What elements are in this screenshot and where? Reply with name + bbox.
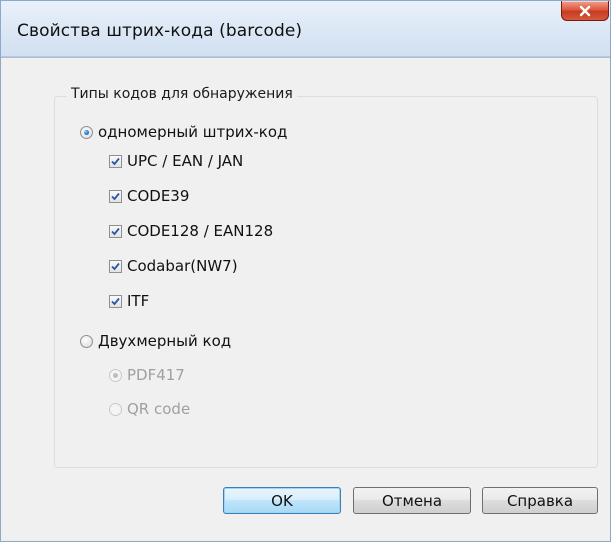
radio-pdf417-indicator[interactable]	[109, 368, 122, 382]
ok-button[interactable]: OK	[223, 487, 341, 514]
radio-one-dimensional-indicator[interactable]	[80, 125, 93, 139]
radio-qr-code-indicator[interactable]	[109, 402, 122, 416]
radio-two-dimensional-label: Двухмерный код	[98, 332, 232, 350]
checkbox-codabar[interactable]: Codabar(NW7)	[109, 256, 238, 276]
checkbox-code128-ean128-box[interactable]	[109, 224, 122, 238]
cancel-button[interactable]: Отмена	[353, 487, 471, 514]
checkbox-code39-box[interactable]	[109, 189, 122, 203]
radio-one-dimensional-label: одномерный штрих-код	[98, 123, 288, 141]
checkbox-code128-ean128-label: CODE128 / EAN128	[127, 222, 274, 240]
checkbox-itf-box[interactable]	[109, 294, 122, 308]
checkbox-code128-ean128[interactable]: CODE128 / EAN128	[109, 221, 273, 241]
group-legend: Типы кодов для обнаружения	[67, 86, 297, 102]
close-button[interactable]	[561, 1, 609, 21]
check-mark-icon	[111, 192, 120, 200]
check-mark-icon	[111, 262, 120, 270]
title-bar[interactable]: Свойства штрих-кода (barcode)	[1, 1, 610, 57]
radio-two-dimensional-indicator[interactable]	[80, 334, 93, 348]
window-title: Свойства штрих-кода (barcode)	[17, 21, 303, 41]
checkbox-itf-label: ITF	[127, 292, 150, 310]
radio-qr-code-label: QR code	[127, 400, 191, 418]
check-mark-icon	[111, 297, 120, 305]
dialog-client-area: Типы кодов для обнаружения одномерный шт…	[1, 57, 610, 541]
dialog-window: Свойства штрих-кода (barcode) Типы кодов…	[0, 0, 611, 542]
checkbox-upc-ean-jan-label: UPC / EAN / JAN	[127, 152, 244, 170]
radio-pdf417-label: PDF417	[127, 366, 185, 384]
checkbox-upc-ean-jan-box[interactable]	[109, 154, 122, 168]
checkbox-codabar-label: Codabar(NW7)	[127, 257, 238, 275]
checkbox-upc-ean-jan[interactable]: UPC / EAN / JAN	[109, 151, 243, 171]
checkbox-code39-label: CODE39	[127, 187, 190, 205]
checkbox-code39[interactable]: CODE39	[109, 186, 189, 206]
close-icon	[579, 5, 591, 16]
help-button[interactable]: Справка	[482, 487, 598, 514]
checkbox-codabar-box[interactable]	[109, 259, 122, 273]
radio-one-dimensional[interactable]: одномерный штрих-код	[80, 122, 287, 142]
radio-pdf417[interactable]: PDF417	[109, 365, 185, 385]
radio-qr-code[interactable]: QR code	[109, 399, 190, 419]
check-mark-icon	[111, 227, 120, 235]
radio-two-dimensional[interactable]: Двухмерный код	[80, 331, 231, 351]
check-mark-icon	[111, 157, 120, 165]
checkbox-itf[interactable]: ITF	[109, 291, 149, 311]
